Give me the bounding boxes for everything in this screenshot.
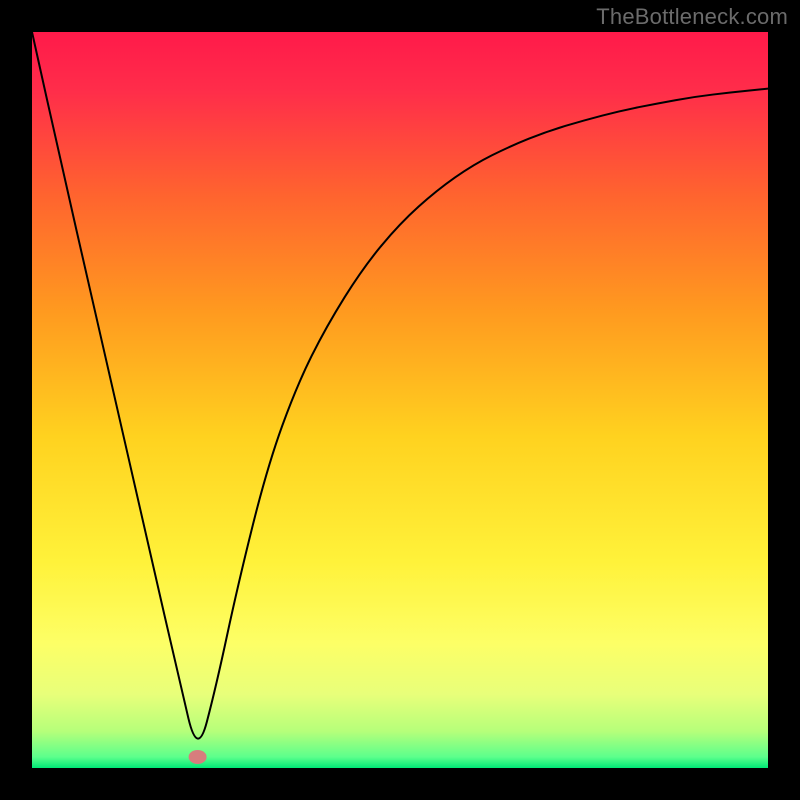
bottleneck-chart xyxy=(0,0,800,800)
chart-container: TheBottleneck.com xyxy=(0,0,800,800)
watermark-text: TheBottleneck.com xyxy=(596,4,788,30)
optimal-point-marker xyxy=(189,750,207,764)
plot-background xyxy=(32,32,768,768)
